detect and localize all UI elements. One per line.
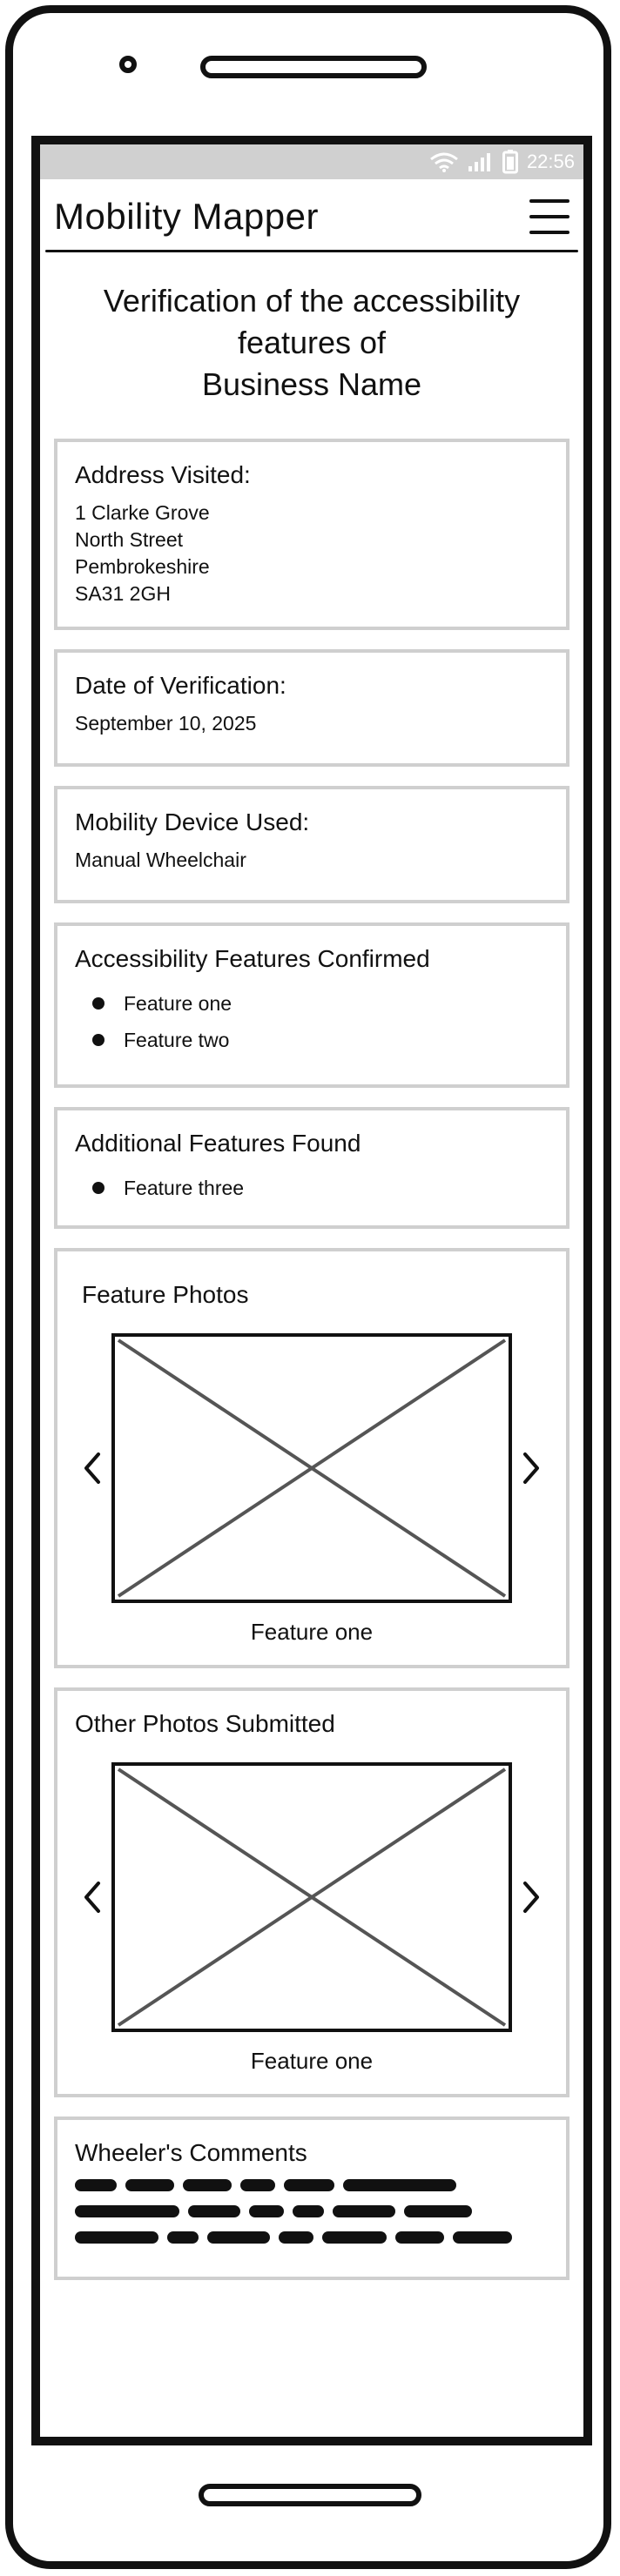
additional-features-list: Feature three bbox=[75, 1170, 549, 1206]
feature-photos-card: Feature Photos Feature one bbox=[54, 1248, 569, 1668]
hamburger-menu-icon[interactable] bbox=[529, 199, 569, 234]
app-title: Mobility Mapper bbox=[54, 196, 319, 237]
device-value: Manual Wheelchair bbox=[75, 849, 246, 871]
clock: 22:56 bbox=[526, 151, 575, 172]
photo-caption: Feature one bbox=[250, 1619, 374, 1645]
chevron-right-icon[interactable] bbox=[514, 1871, 549, 1923]
camera bbox=[119, 56, 137, 73]
additional-features-card: Additional Features Found Feature three bbox=[54, 1107, 569, 1229]
feature-photos-label: Feature Photos bbox=[82, 1281, 249, 1308]
list-item: Feature two bbox=[75, 1022, 549, 1058]
comments-placeholder-text bbox=[75, 2179, 549, 2245]
screen: 22:56 Mobility Mapper Verification of th… bbox=[31, 136, 592, 2445]
device-card: Mobility Device Used: Manual Wheelchair bbox=[54, 786, 569, 903]
chevron-left-icon[interactable] bbox=[75, 1871, 110, 1923]
signal-icon bbox=[468, 151, 494, 172]
image-placeholder-icon[interactable] bbox=[111, 1762, 512, 2032]
chevron-left-icon[interactable] bbox=[75, 1442, 110, 1494]
home-button[interactable] bbox=[199, 2484, 421, 2506]
address-label: Address Visited: bbox=[75, 461, 251, 488]
photo-caption: Feature one bbox=[250, 2048, 374, 2074]
comments-label: Wheeler's Comments bbox=[75, 2139, 307, 2166]
address-value: 1 Clarke Grove North Street Pembrokeshir… bbox=[75, 501, 210, 605]
chevron-right-icon[interactable] bbox=[514, 1442, 549, 1494]
confirmed-features-label: Accessibility Features Confirmed bbox=[75, 945, 430, 972]
list-item: Feature one bbox=[75, 985, 549, 1022]
image-placeholder-icon[interactable] bbox=[111, 1333, 512, 1603]
app-header: Mobility Mapper bbox=[40, 179, 583, 254]
date-card: Date of Verification: September 10, 2025 bbox=[54, 649, 569, 767]
wifi-icon bbox=[429, 151, 459, 172]
other-photos-label: Other Photos Submitted bbox=[75, 1710, 335, 1737]
date-label: Date of Verification: bbox=[75, 672, 286, 699]
confirmed-features-list: Feature one Feature two bbox=[75, 985, 549, 1058]
device-label: Mobility Device Used: bbox=[75, 808, 310, 835]
header-divider bbox=[45, 250, 578, 252]
list-item: Feature three bbox=[75, 1170, 549, 1206]
battery-icon bbox=[502, 150, 518, 174]
additional-features-label: Additional Features Found bbox=[75, 1130, 361, 1157]
confirmed-features-card: Accessibility Features Confirmed Feature… bbox=[54, 922, 569, 1088]
other-photos-card: Other Photos Submitted Feature one bbox=[54, 1687, 569, 2097]
status-bar: 22:56 bbox=[40, 144, 583, 179]
speaker bbox=[200, 56, 427, 78]
comments-card: Wheeler's Comments bbox=[54, 2116, 569, 2280]
date-value: September 10, 2025 bbox=[75, 712, 257, 735]
page-title: Verification of the accessibility featur… bbox=[103, 283, 521, 402]
other-photos-carousel bbox=[75, 1762, 549, 2032]
feature-photos-carousel bbox=[75, 1333, 549, 1603]
address-card: Address Visited: 1 Clarke Grove North St… bbox=[54, 439, 569, 630]
